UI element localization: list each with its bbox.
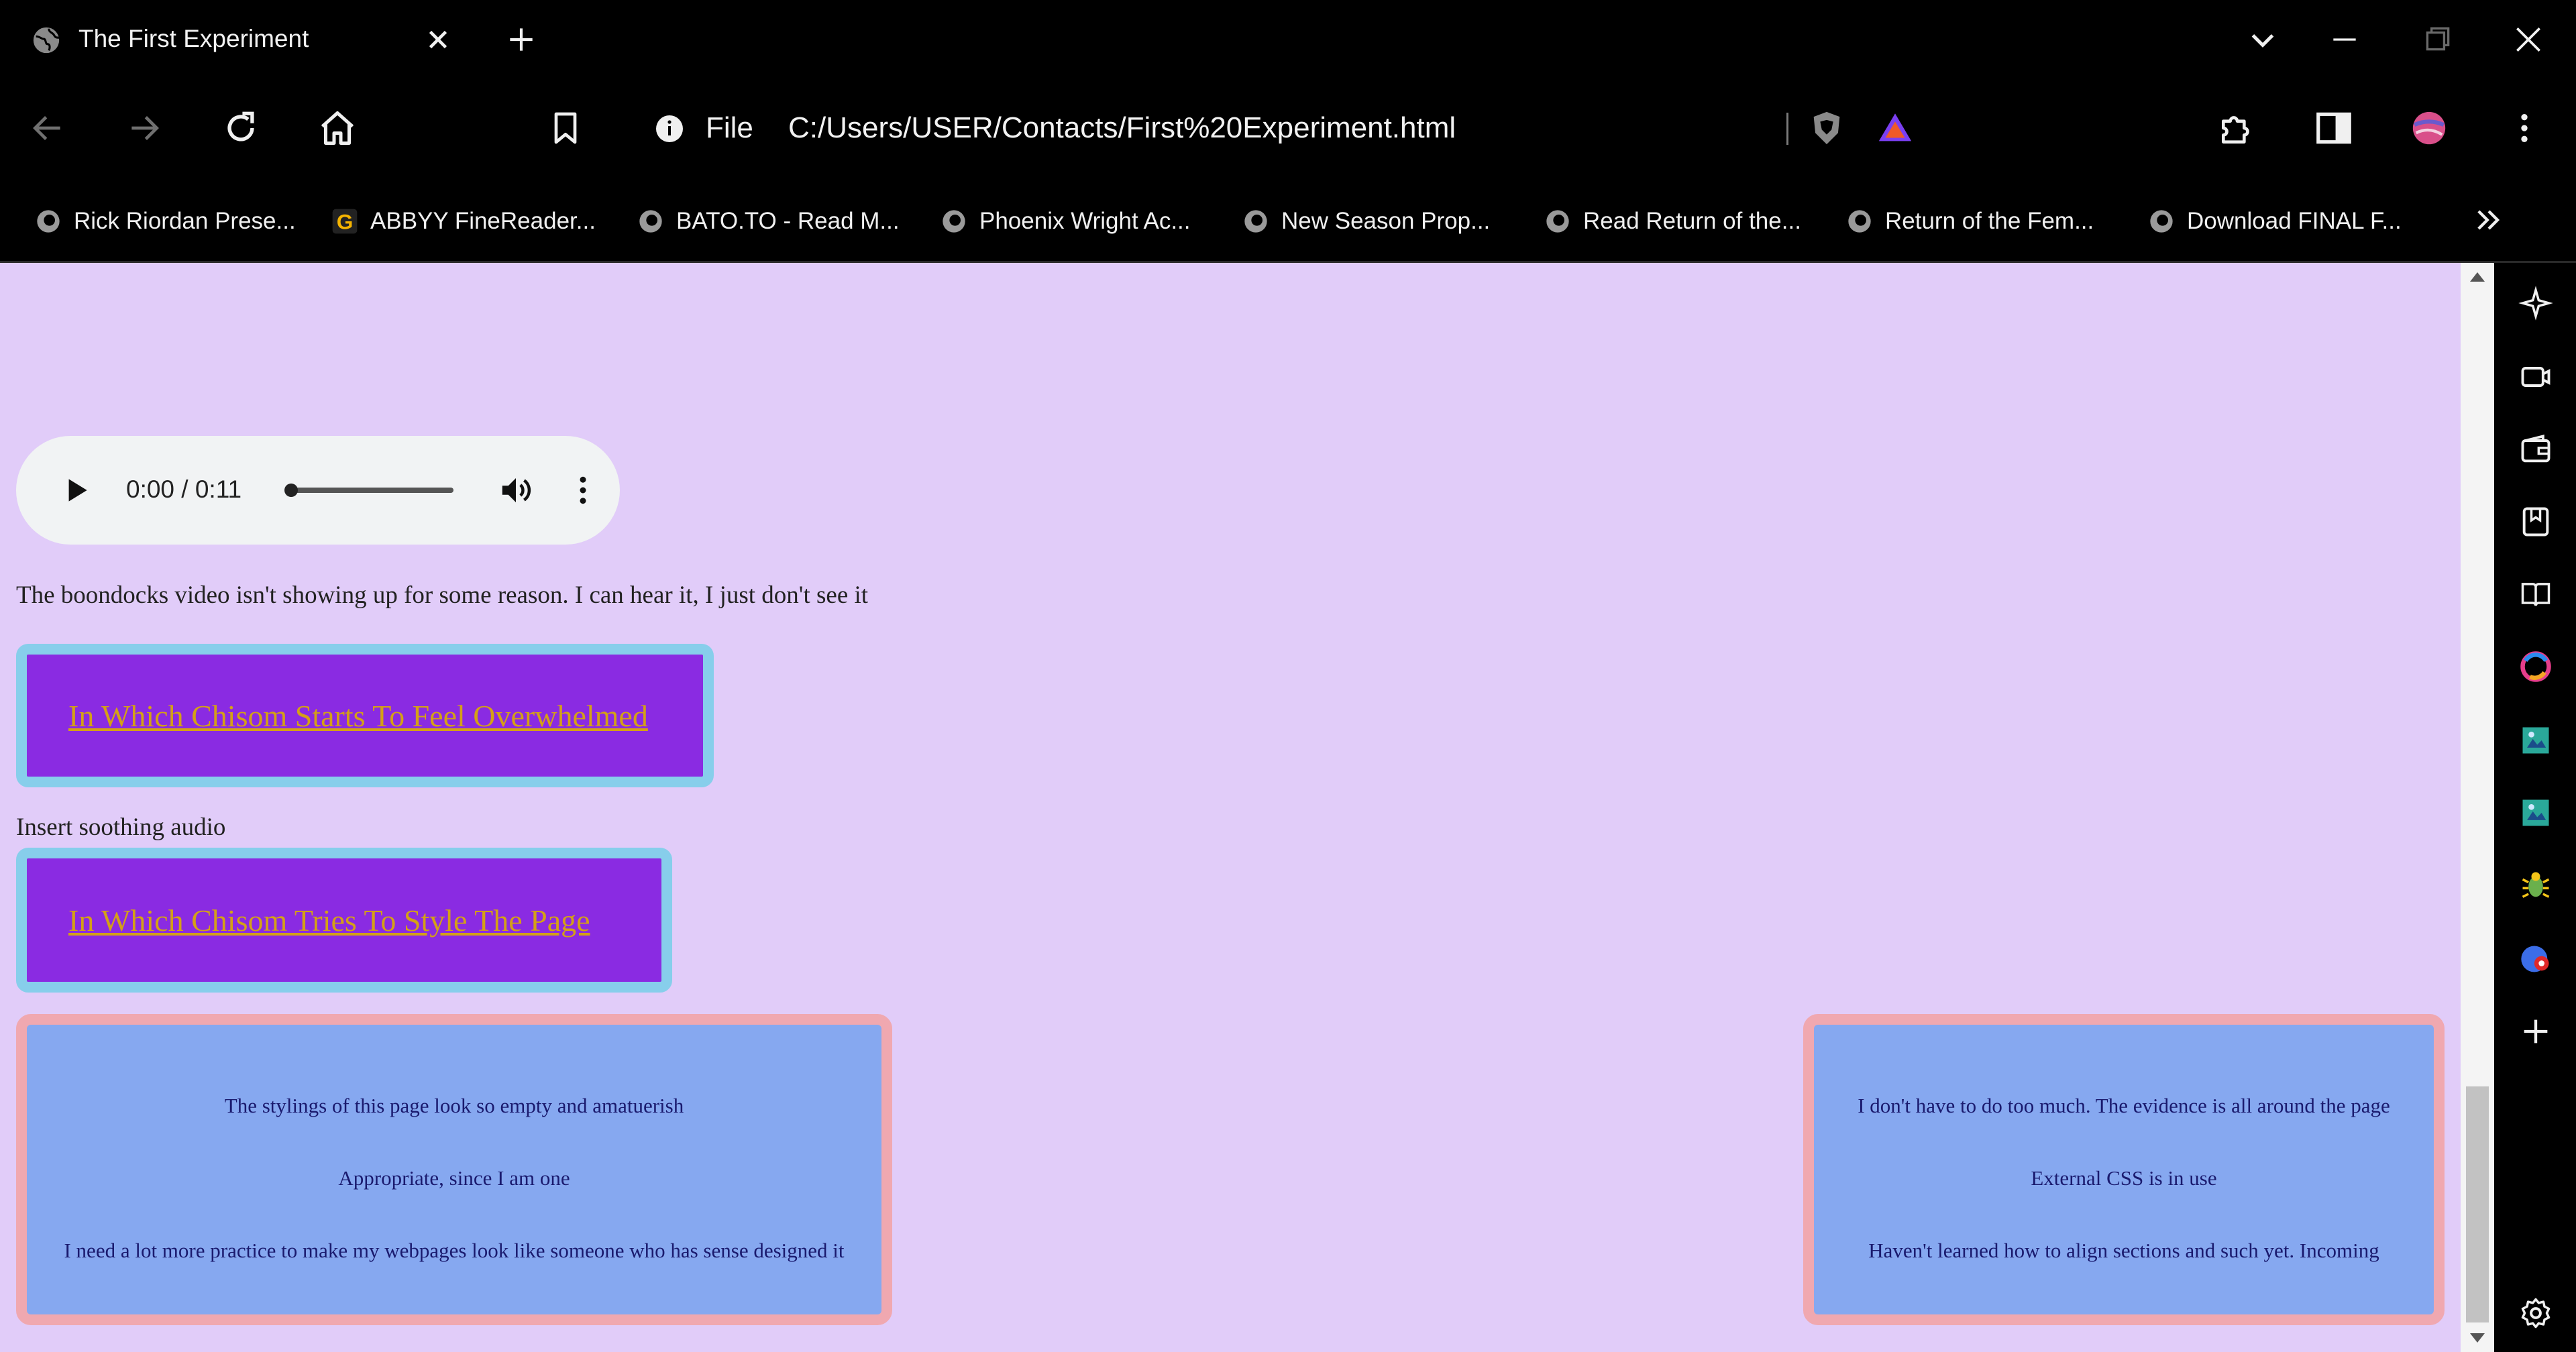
- extensions-button[interactable]: [2214, 105, 2261, 152]
- home-icon: [321, 111, 354, 145]
- app-icon[interactable]: [2518, 649, 2553, 684]
- chevron-double-right-icon[interactable]: [2471, 203, 2506, 237]
- image-app-icon[interactable]: [2518, 723, 2553, 758]
- page-viewport: 0:00 / 0:11 The boondocks video isn't sh…: [0, 263, 2461, 1352]
- side-panel: [2494, 263, 2576, 1352]
- profile-avatar-icon: [2412, 111, 2446, 145]
- bookmark-item[interactable]: BATO.TO - Read M...: [637, 201, 900, 241]
- info-icon[interactable]: [653, 113, 686, 145]
- tab-title: The First Experiment: [78, 25, 309, 52]
- site-icon: [943, 210, 965, 233]
- chapter-link[interactable]: In Which Chisom Starts To Feel Overwhelm…: [68, 698, 648, 734]
- address-bar-url[interactable]: C:/Users/USER/Contacts/First%20Experimen…: [788, 106, 1456, 150]
- bookmark-item[interactable]: G ABBYY FineReader...: [331, 201, 596, 241]
- card-text: I don't have to do too much. The evidenc…: [1858, 1094, 2390, 1117]
- forward-button[interactable]: [121, 105, 168, 152]
- bookmark-item[interactable]: Phoenix Wright Ac...: [941, 201, 1191, 241]
- link-box: In Which Chisom Starts To Feel Overwhelm…: [16, 644, 714, 787]
- audio-note-text: Insert soothing audio: [16, 813, 226, 841]
- leo-ai-icon[interactable]: [2518, 286, 2553, 321]
- bookmark-item[interactable]: New Season Prop...: [1242, 201, 1490, 241]
- info-card-right: I don't have to do too much. The evidenc…: [1803, 1014, 2445, 1325]
- card-text: External CSS is in use: [2031, 1166, 2217, 1190]
- info-card-left: The stylings of this page look so empty …: [16, 1014, 892, 1325]
- home-button[interactable]: [314, 105, 361, 152]
- reload-icon: [227, 111, 254, 142]
- brave-rewards-button[interactable]: [1872, 105, 1919, 152]
- extensions-icon: [2222, 116, 2249, 144]
- bookmark-icon: [554, 112, 577, 144]
- tab-the-first-experiment[interactable]: The First Experiment: [0, 0, 490, 79]
- more-options-icon[interactable]: [565, 472, 601, 508]
- card-text: Appropriate, since I am one: [338, 1166, 570, 1190]
- scroll-down-arrow[interactable]: [2470, 1333, 2485, 1343]
- restore-icon[interactable]: [2420, 23, 2454, 56]
- site-icon: [639, 210, 662, 233]
- site-icon: [37, 210, 60, 233]
- bookmark-item[interactable]: Download FINAL F...: [2148, 201, 2402, 241]
- audio-seek-handle[interactable]: [284, 484, 298, 497]
- globe-icon: [33, 27, 60, 54]
- page-scrollbar[interactable]: [2461, 263, 2494, 1352]
- volume-icon[interactable]: [498, 472, 534, 508]
- menu-icon: [2521, 114, 2528, 142]
- profile-button[interactable]: [2406, 105, 2453, 152]
- close-icon[interactable]: [423, 24, 453, 55]
- site-icon: [1244, 210, 1267, 233]
- bug-icon[interactable]: [2518, 868, 2553, 903]
- sidebar-toggle-icon: [2316, 112, 2351, 144]
- record-icon[interactable]: [2518, 942, 2553, 976]
- reload-button[interactable]: [217, 105, 264, 152]
- brave-shields-button[interactable]: [1803, 105, 1850, 152]
- brave-rewards-icon: [1878, 113, 1912, 142]
- bookmarks-bar: Rick Riordan Prese... G ABBYY FineReader…: [0, 180, 2576, 263]
- abbyy-icon: G: [332, 209, 358, 234]
- image-app-icon[interactable]: [2518, 795, 2553, 830]
- settings-icon[interactable]: [2518, 1296, 2553, 1331]
- scroll-up-arrow[interactable]: [2470, 272, 2485, 282]
- brave-shield-icon: [1813, 111, 1840, 145]
- address-separator: [1786, 113, 1788, 145]
- link-box: In Which Chisom Tries To Style The Page: [16, 848, 672, 993]
- bookmark-item[interactable]: Rick Riordan Prese...: [35, 201, 296, 241]
- tab-bar: The First Experiment: [0, 0, 2576, 79]
- plus-icon[interactable]: [504, 23, 538, 56]
- back-button[interactable]: [24, 105, 71, 152]
- bookmark-item[interactable]: Return of the Fem...: [1846, 201, 2094, 241]
- chapter-link[interactable]: In Which Chisom Tries To Style The Page: [68, 903, 590, 938]
- audio-seek-bar[interactable]: [286, 488, 453, 493]
- video-icon[interactable]: [2518, 359, 2553, 394]
- card-text: Haven't learned how to align sections an…: [1868, 1239, 2379, 1262]
- play-icon[interactable]: [59, 473, 93, 507]
- audio-time: 0:00 / 0:11: [126, 475, 242, 503]
- minimize-icon[interactable]: [2328, 23, 2361, 56]
- site-icon: [2150, 210, 2173, 233]
- audio-player[interactable]: 0:00 / 0:11: [16, 436, 620, 545]
- bookmark-item[interactable]: Read Return of the...: [1544, 201, 1801, 241]
- card-text: The stylings of this page look so empty …: [224, 1094, 684, 1117]
- sidebar-toggle-button[interactable]: [2310, 105, 2357, 152]
- back-icon: [33, 116, 60, 140]
- chevron-down-icon[interactable]: [2246, 23, 2279, 56]
- reading-list-icon[interactable]: [2518, 504, 2553, 539]
- add-icon[interactable]: [2518, 1014, 2553, 1049]
- site-icon: [1546, 210, 1569, 233]
- video-note-text: The boondocks video isn't showing up for…: [16, 581, 869, 609]
- toolbar: File C:/Users/USER/Contacts/First%20Expe…: [0, 79, 2576, 180]
- close-icon[interactable]: [2512, 23, 2545, 56]
- reader-icon[interactable]: [2518, 577, 2553, 612]
- svg-text:G: G: [337, 210, 354, 234]
- forward-icon: [131, 116, 159, 140]
- bookmark-button[interactable]: [542, 105, 589, 152]
- site-icon: [1848, 210, 1871, 233]
- address-scheme: File: [706, 111, 753, 144]
- scroll-thumb[interactable]: [2466, 1086, 2489, 1322]
- wallet-icon[interactable]: [2518, 432, 2553, 467]
- main-menu-button[interactable]: [2501, 105, 2548, 152]
- card-text: I need a lot more practice to make my we…: [64, 1239, 845, 1262]
